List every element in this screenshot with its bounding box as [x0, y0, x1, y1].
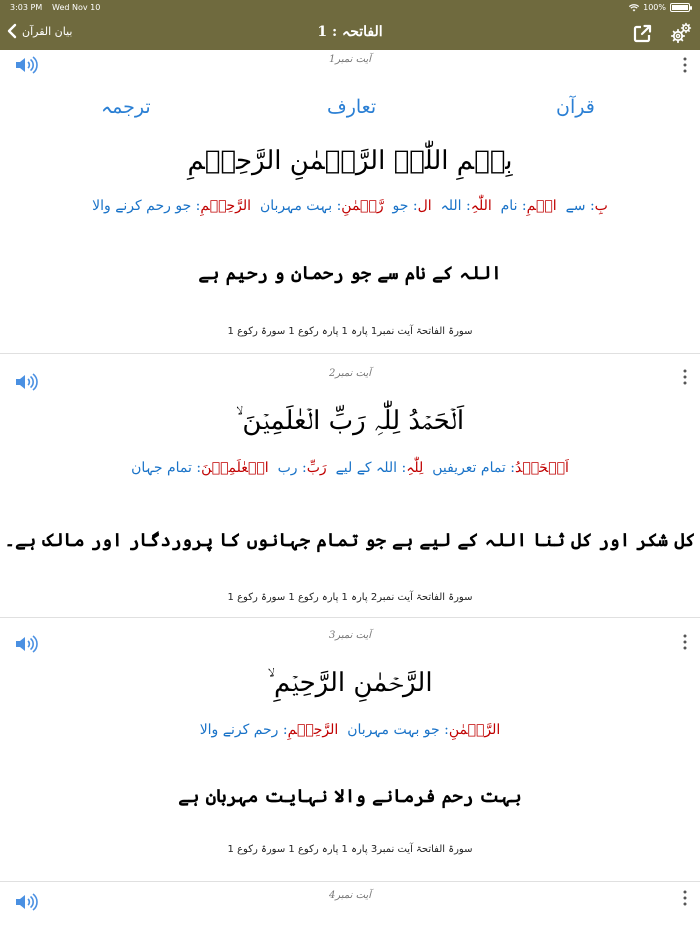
- wbw-meaning: : سے: [565, 198, 595, 214]
- wbw-meaning: : رب: [277, 460, 307, 476]
- ayah-number-label: آیت نمبر4: [328, 890, 372, 901]
- wifi-icon: [629, 3, 640, 11]
- content-tabs: ترجمہ تعارف قرآن: [0, 96, 700, 122]
- verse-item: آیت نمبر2 اَلۡحَمۡدُ لِلّٰہِ رَبِّ الۡعٰ…: [0, 354, 700, 618]
- wbw-arabic: الۡعٰلَمِیۡنَ: [201, 460, 269, 476]
- battery-percent: 100%: [643, 3, 666, 12]
- nav-actions: [632, 22, 692, 44]
- wbw-arabic: اَلۡحَمۡدُ: [515, 460, 569, 476]
- urdu-translation: اللہ کے نام سے جو رحمان و رحیم ہے: [198, 263, 502, 284]
- word-by-word: بِ: سے اسۡمِ: نام اللّٰہِ: اللہ ال: جو ر…: [0, 198, 700, 214]
- wbw-meaning: : رحم کرنے والا: [199, 722, 288, 738]
- verse-item: آیت نمبر4: [0, 882, 700, 922]
- settings-gears-icon[interactable]: [670, 22, 692, 44]
- tab-tarjuma[interactable]: ترجمہ: [101, 96, 151, 118]
- wbw-meaning: : اللہ کے لیے: [335, 460, 407, 476]
- wbw-arabic: ال: [417, 198, 432, 214]
- back-button[interactable]: بیان القرآن: [6, 23, 72, 39]
- wbw-meaning: : جو رحم کرنے والا: [92, 198, 201, 214]
- word-by-word: اَلۡحَمۡدُ: تمام تعریفیں لِلّٰہِ: اللہ ک…: [0, 460, 700, 476]
- tab-quran[interactable]: قرآن: [556, 96, 595, 118]
- verse-reference: سورۃ الفاتحۃ آیت نمبر1 پارہ 1 پارہ رکوع …: [227, 326, 473, 337]
- wbw-meaning: : جو بہت مہربان: [347, 722, 449, 738]
- chevron-left-icon: [7, 23, 17, 39]
- urdu-translation: کل شکر اور کل ثنا اللہ کے لیے ہے جو تمام…: [4, 530, 696, 551]
- status-time: 3:03 PM: [10, 3, 43, 12]
- status-date: Wed Nov 10: [52, 3, 101, 12]
- verse-item: آیت نمبر1 ترجمہ تعارف قرآن بِسۡمِ اللّٰہ…: [0, 50, 700, 354]
- ayah-number-label: آیت نمبر3: [328, 630, 372, 641]
- battery-icon: [670, 3, 692, 12]
- word-by-word: الرَّحۡمٰنِ: جو بہت مہربان الرَّحِیۡمِ: …: [0, 722, 700, 738]
- wbw-arabic: لِلّٰہِ: [406, 460, 424, 476]
- ayah-number-label: آیت نمبر1: [328, 54, 372, 65]
- arabic-verse: بِسۡمِ اللّٰہِ الرَّحۡمٰنِ الرَّحِیۡمِ: [187, 146, 513, 176]
- wbw-meaning: : تمام تعریفیں: [432, 460, 515, 476]
- wbw-arabic: رَبِّ: [306, 460, 327, 476]
- arabic-verse: الرَّحۡمٰنِ الرَّحِیۡمِ ۙ: [267, 668, 433, 698]
- wbw-meaning: : جو: [392, 198, 418, 214]
- urdu-translation: بہت رحم فرمانے والا نہایت مہربان ہے: [178, 786, 522, 807]
- wbw-meaning: : تمام جہان: [131, 460, 202, 476]
- home-indicator: [0, 922, 700, 934]
- verse-item: آیت نمبر3 الرَّحۡمٰنِ الرَّحِیۡمِ ۙ الرَ…: [0, 618, 700, 882]
- back-label: بیان القرآن: [22, 24, 73, 38]
- status-bar: 3:03 PM Wed Nov 10 100%: [0, 0, 700, 16]
- page-title: الفاتحہ : 1: [317, 24, 383, 40]
- wbw-meaning: : اللہ: [440, 198, 471, 214]
- arabic-verse: اَلۡحَمۡدُ لِلّٰہِ رَبِّ الۡعٰلَمِیۡنَ ۙ: [235, 406, 465, 436]
- wbw-arabic: بِ: [594, 198, 608, 214]
- verse-reference: سورۃ الفاتحۃ آیت نمبر2 پارہ 1 پارہ رکوع …: [227, 592, 473, 603]
- wbw-meaning: : نام: [500, 198, 527, 214]
- ayah-number-label: آیت نمبر2: [328, 368, 372, 379]
- verse-reference: سورۃ الفاتحۃ آیت نمبر3 پارہ 1 پارہ رکوع …: [227, 844, 473, 855]
- wbw-arabic: الرَّحِیۡمِ: [287, 722, 339, 738]
- wbw-arabic: رَّحۡمٰنِ: [341, 198, 384, 214]
- tab-taaruf[interactable]: تعارف: [327, 96, 376, 118]
- navigation-bar: بیان القرآن الفاتحہ : 1: [0, 16, 700, 50]
- share-icon[interactable]: [632, 22, 654, 44]
- verse-list[interactable]: آیت نمبر1 ترجمہ تعارف قرآن بِسۡمِ اللّٰہ…: [0, 50, 700, 922]
- wbw-arabic: الرَّحِیۡمِ: [200, 198, 252, 214]
- wbw-arabic: اللّٰہِ: [470, 198, 492, 214]
- status-right: 100%: [629, 3, 692, 12]
- wbw-arabic: اسۡمِ: [526, 198, 557, 214]
- wbw-arabic: الرَّحۡمٰنِ: [448, 722, 501, 738]
- wbw-meaning: : بہت مہربان: [259, 198, 342, 214]
